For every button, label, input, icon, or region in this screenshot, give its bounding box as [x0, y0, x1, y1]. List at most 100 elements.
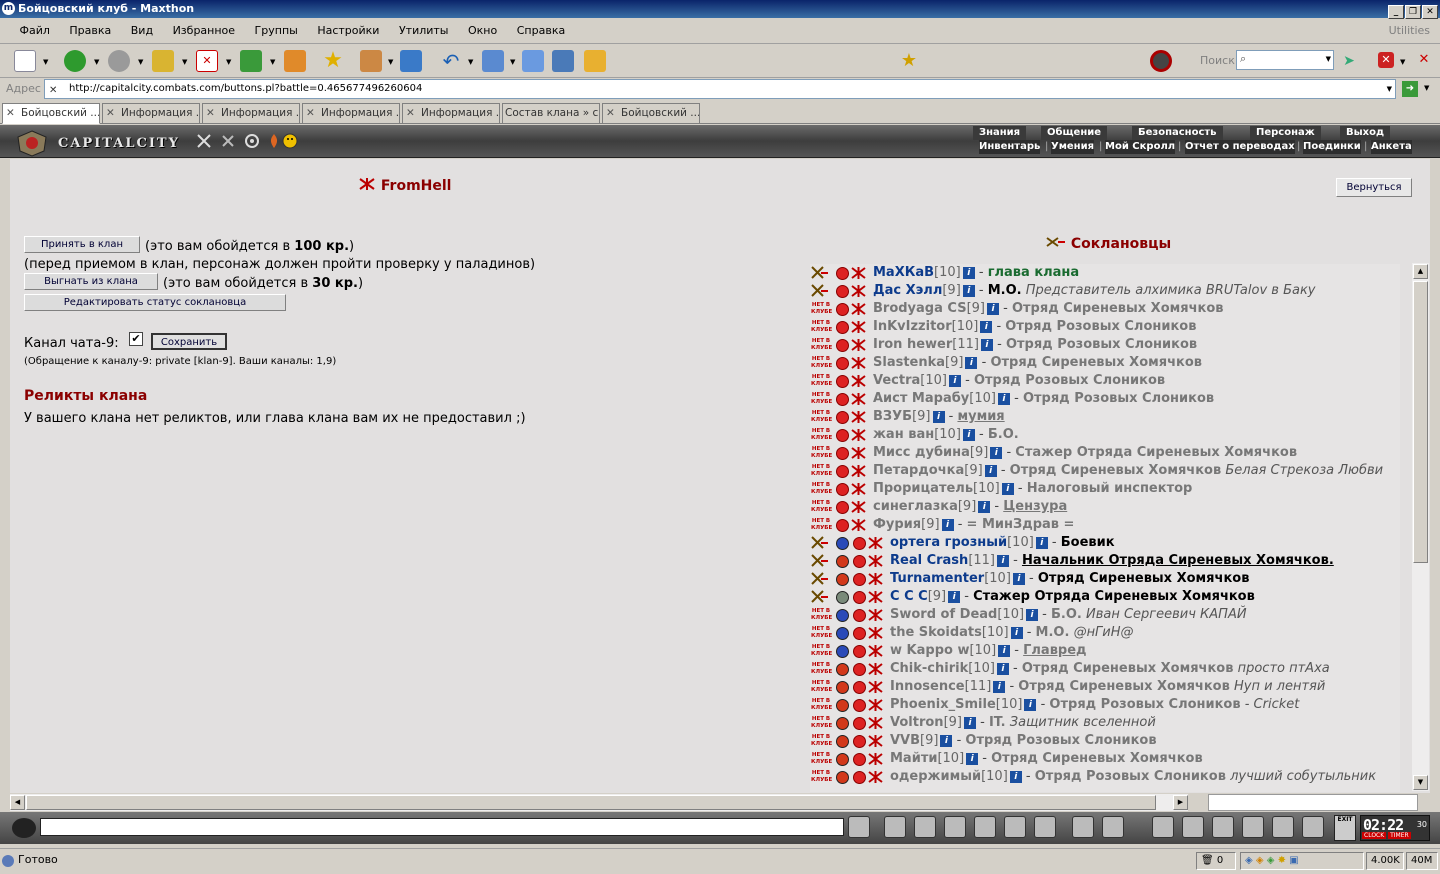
vertical-scrollbar[interactable]: ▲ ▼: [1412, 263, 1429, 791]
alignment-icon[interactable]: [836, 357, 849, 370]
member-nick[interactable]: Chik-chirik: [890, 661, 968, 676]
menu-favorites[interactable]: Избранное: [165, 18, 243, 44]
back-icon[interactable]: [64, 50, 86, 72]
alignment-icon[interactable]: [836, 555, 849, 568]
back-dropdown-icon[interactable]: ▼: [94, 58, 99, 66]
info-icon[interactable]: i: [980, 339, 993, 351]
info-icon[interactable]: i: [1026, 609, 1039, 621]
nav-my-scroll[interactable]: Мой Скролл: [1105, 140, 1176, 154]
alignment-icon[interactable]: [836, 465, 849, 478]
clan-emblem-icon[interactable]: [867, 734, 884, 748]
clan-emblem-icon[interactable]: [850, 482, 867, 496]
crossed-swords-icon[interactable]: [196, 133, 212, 149]
scroll-left-arrow-icon[interactable]: ◀: [10, 795, 25, 810]
menu-help[interactable]: Справка: [509, 18, 573, 44]
clan-emblem-icon[interactable]: [850, 302, 867, 316]
kick-from-clan-button[interactable]: Выгнать из клана: [24, 273, 158, 290]
clan-emblem-icon[interactable]: [850, 518, 867, 532]
member-nick[interactable]: Brodyaga CS: [873, 301, 967, 316]
screen-icon[interactable]: [400, 50, 422, 72]
search-dropdown-icon[interactable]: ▼: [1326, 55, 1331, 63]
nav-character[interactable]: Персонаж: [1250, 126, 1321, 140]
member-nick[interactable]: жан ван: [873, 427, 934, 442]
clan-shield-icon[interactable]: [853, 681, 866, 694]
member-nick[interactable]: Iron hewer: [873, 337, 952, 352]
refresh-dropdown-icon[interactable]: ▼: [270, 58, 275, 66]
address-dropdown-icon[interactable]: ▼: [1387, 80, 1392, 98]
member-nick[interactable]: Мисс дубина: [873, 445, 970, 460]
alignment-icon[interactable]: [836, 537, 849, 550]
alignment-icon[interactable]: [836, 339, 849, 352]
search-input[interactable]: ⌕ ▼: [1236, 50, 1334, 70]
member-nick[interactable]: ВЗУБ: [873, 409, 912, 424]
nav-skills[interactable]: Умения: [1051, 140, 1095, 154]
clan-emblem-icon[interactable]: [867, 698, 884, 712]
close-all-dropdown-icon[interactable]: ▼: [1400, 58, 1405, 66]
minimize-button[interactable]: _: [1388, 5, 1404, 19]
clan-shield-icon[interactable]: [853, 555, 866, 568]
info-icon[interactable]: i: [1001, 483, 1014, 495]
up-icon[interactable]: [152, 50, 174, 72]
clan-shield-icon[interactable]: [853, 591, 866, 604]
info-icon[interactable]: i: [997, 555, 1009, 567]
tools-icon[interactable]: [220, 133, 236, 149]
window-icon[interactable]: ▣: [1289, 855, 1298, 866]
info-icon[interactable]: i: [986, 303, 999, 315]
info-icon[interactable]: i: [941, 519, 954, 531]
info-icon[interactable]: i: [1010, 627, 1023, 639]
close-tab-icon[interactable]: ✕: [1416, 52, 1432, 68]
utilities-label[interactable]: Utilities: [1389, 18, 1430, 44]
member-nick[interactable]: the Skoidats: [890, 625, 982, 640]
menu-view[interactable]: Вид: [123, 18, 161, 44]
member-nick[interactable]: VVB: [890, 733, 920, 748]
info-icon[interactable]: i: [996, 663, 1009, 675]
scroll-right-arrow-icon[interactable]: ▶: [1173, 795, 1188, 810]
member-nick[interactable]: ортега грозный: [890, 535, 1007, 550]
nav-inventory[interactable]: Инвентарь: [979, 140, 1041, 154]
up-dropdown-icon[interactable]: ▼: [182, 58, 187, 66]
clan-emblem-icon[interactable]: [850, 500, 867, 514]
go-dropdown-icon[interactable]: ▼: [1424, 84, 1429, 92]
member-nick[interactable]: синеглазка: [873, 499, 958, 514]
nav-knowledge[interactable]: Знания: [973, 126, 1027, 140]
info-icon[interactable]: i: [990, 447, 1003, 459]
info-icon[interactable]: i: [1009, 771, 1022, 783]
alignment-icon[interactable]: [836, 285, 849, 298]
translate-dropdown-icon[interactable]: ▼: [388, 58, 393, 66]
member-nick[interactable]: Прорицатель: [873, 481, 973, 496]
clan-emblem-icon[interactable]: [867, 770, 884, 784]
home-icon[interactable]: [284, 50, 306, 72]
exit-game-button[interactable]: EXIT: [1334, 815, 1356, 841]
member-nick[interactable]: Innosence: [890, 679, 965, 694]
alignment-icon[interactable]: [836, 771, 849, 784]
popup-block-icon[interactable]: [584, 50, 606, 72]
chat-side-input[interactable]: [1208, 794, 1418, 811]
new-page-icon[interactable]: [14, 50, 36, 72]
sync-icon[interactable]: ◈: [1245, 855, 1253, 866]
member-nick[interactable]: Sword of Dead: [890, 607, 997, 622]
clan-emblem-icon[interactable]: [867, 554, 884, 568]
clan-emblem-icon[interactable]: [850, 392, 867, 406]
accept-to-clan-button[interactable]: Принять в клан: [24, 236, 140, 253]
alignment-icon[interactable]: [836, 681, 849, 694]
record-icon[interactable]: [1150, 50, 1172, 72]
save-button[interactable]: Сохранить: [151, 333, 227, 350]
tab-6[interactable]: Состав клана » с...: [502, 103, 600, 124]
skin-icon[interactable]: ◈: [1256, 855, 1264, 866]
clan-shield-icon[interactable]: [853, 771, 866, 784]
menu-utilities[interactable]: Утилиты: [391, 18, 457, 44]
info-icon[interactable]: i: [1012, 573, 1025, 585]
plugin-icon[interactable]: ◈: [1267, 855, 1275, 866]
new-page-dropdown-icon[interactable]: ▼: [43, 58, 48, 66]
home-game-icon[interactable]: [1272, 816, 1294, 838]
menu-edit[interactable]: Правка: [61, 18, 119, 44]
nav-profile[interactable]: Анкета: [1371, 140, 1412, 154]
tab-4[interactable]: ✕ Информация ...: [302, 103, 400, 124]
clan-shield-icon[interactable]: [853, 573, 866, 586]
member-nick[interactable]: Петардочка: [873, 463, 964, 478]
alignment-icon[interactable]: [836, 717, 849, 730]
clan-emblem-icon[interactable]: [867, 626, 884, 640]
tab-2[interactable]: ✕ Информация ...: [102, 103, 200, 124]
info-icon[interactable]: i: [948, 591, 961, 603]
clan-emblem-icon[interactable]: [867, 644, 884, 658]
